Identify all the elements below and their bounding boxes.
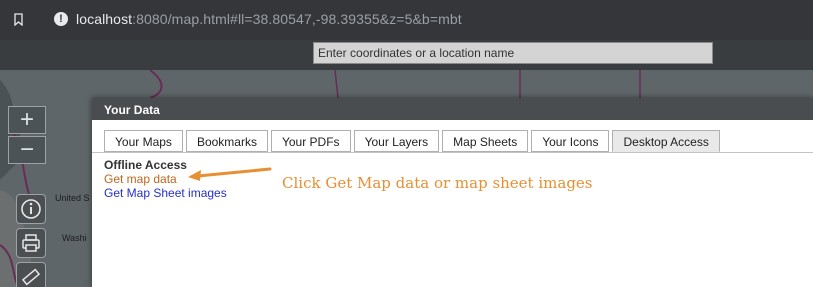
your-data-dialog: Your Data Your Maps Bookmarks Your PDFs … [92,98,813,287]
url-host: localhost [76,11,133,27]
tab-your-icons[interactable]: Your Icons [531,130,610,152]
info-icon [21,199,41,219]
url-path: :8080/map.html#ll=38.80547,-98.39355&z=5… [132,11,462,27]
info-tool-button[interactable] [16,194,46,224]
tab-bar: Your Maps Bookmarks Your PDFs Your Layer… [104,130,723,152]
browser-address-bar: ! localhost:8080/map.html#ll=38.80547,-9… [0,0,813,40]
location-search-input[interactable]: Enter coordinates or a location name [313,42,713,64]
tab-map-sheets[interactable]: Map Sheets [442,130,529,152]
ruler-icon [21,268,41,286]
annotation-text: Click Get Map data or map sheet images [282,174,593,192]
site-info-icon[interactable]: ! [54,12,68,26]
tab-your-maps[interactable]: Your Maps [104,130,183,152]
annotation-arrow [188,167,272,181]
map-place-label: United S [55,193,90,203]
measure-tool-button[interactable] [16,262,46,287]
map-search-bar: Enter coordinates or a location name [0,40,813,70]
tab-your-layers[interactable]: Your Layers [353,130,440,152]
tab-your-pdfs[interactable]: Your PDFs [270,130,351,152]
get-map-sheet-images-link[interactable]: Get Map Sheet images [104,186,227,200]
tab-divider [92,152,813,153]
zoom-out-button[interactable]: − [8,136,46,164]
zoom-in-button[interactable]: + [8,106,46,134]
search-placeholder: Enter coordinates or a location name [318,46,515,60]
tab-bookmarks[interactable]: Bookmarks [185,130,268,152]
print-button[interactable] [16,228,46,258]
printer-icon [22,234,40,252]
dialog-title: Your Data [92,98,813,120]
url-field[interactable]: localhost:8080/map.html#ll=38.80547,-98.… [76,11,462,27]
tab-desktop-access[interactable]: Desktop Access [612,130,720,152]
bookmark-icon[interactable] [14,13,23,26]
map-place-label: Washi [62,233,87,243]
